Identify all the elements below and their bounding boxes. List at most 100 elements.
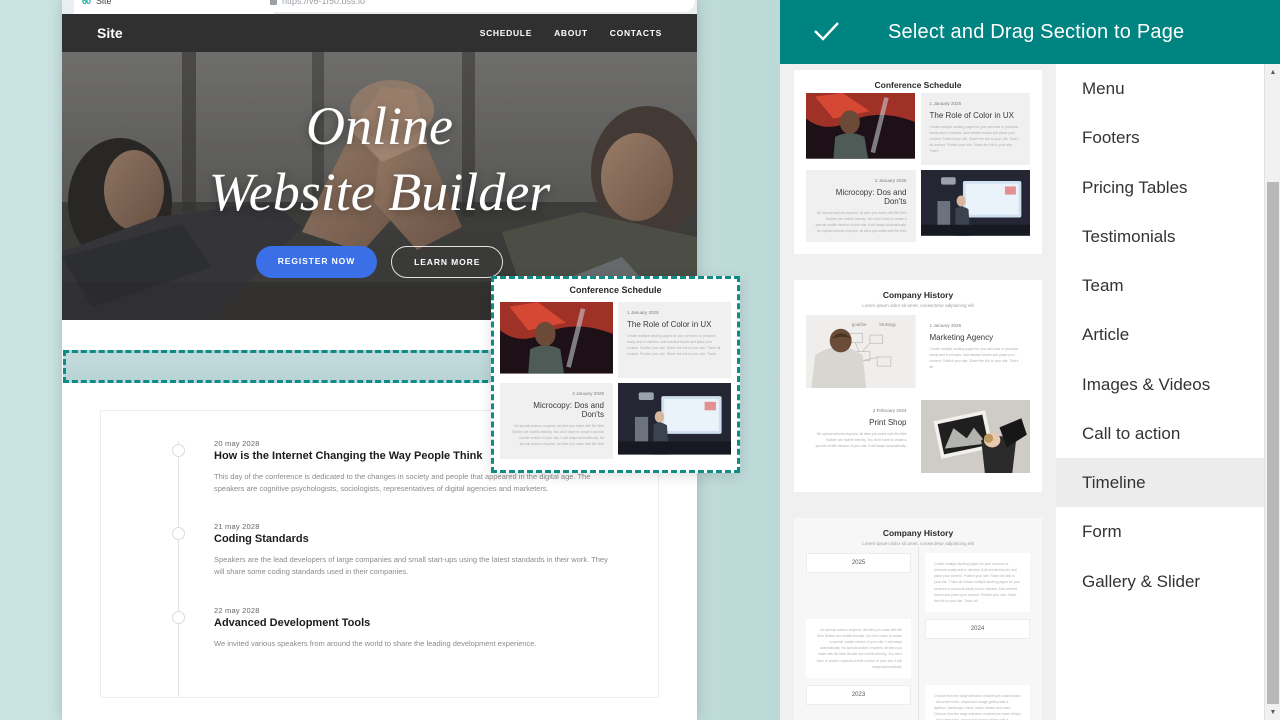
sidebar-item-form[interactable]: Form: [1056, 507, 1264, 556]
thumbnail-year-row: 2023 Choose from the large selection of …: [806, 678, 1030, 720]
thumbnail-cell-body: Create multiple landing pages for your s…: [929, 347, 1019, 369]
sidebar-item-call-to-action[interactable]: Call to action: [1056, 409, 1264, 458]
section-thumbnail[interactable]: Conference Schedule 1 January 2025 The R…: [794, 70, 1042, 254]
thumbnail-cell-date: 1 January 2025: [929, 101, 962, 106]
site-navbar: Site SCHEDULE ABOUT CONTACTS: [62, 14, 697, 52]
thumbnail-subtitle: Lorem ipsum dolor sit amet, consectetur …: [862, 303, 974, 308]
nav-link-about[interactable]: ABOUT: [554, 28, 588, 38]
thumbnail-title: Company History: [882, 290, 954, 300]
thumbnail-cell-body: Create multiple landing pages for your s…: [929, 125, 1019, 153]
thumbnail-cell-body: No special actions required, all sites y…: [815, 211, 907, 233]
scrollbar-thumb[interactable]: [1267, 182, 1279, 704]
thumbnail-grid: goal/be Strategy 1 January 2025 Marketin…: [806, 315, 1030, 480]
thumbnail-text-cell: 2 January 2025 Microcopy: Dos and Don'ts…: [806, 170, 916, 242]
thumbnail-year-label: 2024: [925, 618, 1030, 639]
thumbnail-cell-date: 1 January 2025: [929, 323, 962, 328]
drag-ghost-title: Conference Schedule: [569, 285, 662, 295]
hero-title-line2: Website Builder: [208, 162, 551, 222]
thumbnail-year-body: Create multiple landing pages for your s…: [925, 553, 1030, 612]
thumbnail-cell-heading: Marketing Agency: [929, 333, 994, 342]
thumbnail-grid: 1 January 2025 The Role of Color in UX C…: [806, 93, 1030, 242]
website-builder-app: 60 Site https://v6-1f50.bss.io Site SCHE…: [0, 0, 1280, 720]
check-icon[interactable]: [810, 16, 842, 48]
timeline-body: Speakers are the lead developers of larg…: [214, 555, 608, 577]
thumbnail-image-cell: [806, 93, 916, 165]
thumbnail-year-label: 2025: [806, 553, 911, 573]
thumbnail-image-cell: goal/be Strategy: [806, 315, 916, 395]
thumbnail-title: Company History: [882, 528, 954, 538]
timeline-heading: Advanced Development Tools: [214, 616, 371, 629]
drag-ghost-image-cell: [500, 302, 613, 378]
svg-text:Strategy: Strategy: [879, 322, 897, 327]
drag-ghost-date: 1 January 2025: [627, 310, 659, 315]
section-category-list[interactable]: Menu Footers Pricing Tables Testimonials…: [1056, 64, 1264, 720]
timeline-heading: Coding Standards: [214, 533, 309, 546]
drag-ghost-heading: The Role of Color in UX: [627, 320, 712, 329]
sidebar-item-footers[interactable]: Footers: [1056, 113, 1264, 162]
lock-icon: [270, 0, 277, 5]
sidebar-item-gallery-slider[interactable]: Gallery & Slider: [1056, 557, 1264, 606]
thumbnail-year-body: No special actions required, all sites y…: [806, 618, 911, 678]
browser-chrome: 60 Site https://v6-1f50.bss.io: [62, 0, 697, 14]
browser-tab[interactable]: 60 Site: [74, 0, 274, 14]
timeline-item[interactable]: 22 may 2028 Advanced Development Tools W…: [101, 606, 658, 650]
hero-title-line1: Online: [306, 96, 453, 157]
thumbnail-image-cell: [920, 400, 1030, 480]
sidebar-item-images-videos[interactable]: Images & Videos: [1056, 360, 1264, 409]
drag-ghost-grid: 1 January 2025 The Role of Color in UX C…: [500, 302, 731, 459]
section-thumbnail-list[interactable]: Conference Schedule 1 January 2025 The R…: [780, 64, 1056, 720]
drag-ghost-text-cell: 1 January 2025 The Role of Color in UX C…: [618, 302, 731, 378]
thumbnail-cell-date: 2 January 2025: [874, 178, 907, 183]
timeline-dot: [172, 444, 185, 457]
register-now-button[interactable]: REGISTER NOW: [255, 245, 378, 278]
scroll-up-arrow-icon[interactable]: ▲: [1265, 64, 1280, 80]
browser-tab-title: Site: [96, 0, 112, 6]
drag-ghost-image-cell: [618, 383, 731, 459]
section-thumbnail[interactable]: Company History Lorem ipsum dolor sit am…: [794, 518, 1042, 720]
timeline-body: This day of the conference is dedicated …: [214, 472, 591, 494]
site-nav-links: SCHEDULE ABOUT CONTACTS: [480, 28, 662, 38]
address-bar[interactable]: https://v6-1f50.bss.io: [260, 0, 695, 12]
thumbnail-year-body: Choose from the large selection of lates…: [925, 684, 1030, 720]
thumbnail-year-axis: [911, 678, 925, 720]
thumbnail-subtitle: Lorem ipsum dolor sit amet, consectetur …: [862, 541, 974, 546]
thumbnail-cell-heading: Microcopy: Dos and Don'ts: [835, 188, 907, 206]
timeline-item[interactable]: 21 may 2028 Coding Standards Speakers ar…: [101, 522, 658, 578]
thumbnail-title: Conference Schedule: [874, 80, 962, 90]
drag-ghost-body: No special actions required, all sites y…: [512, 424, 604, 446]
nav-link-schedule[interactable]: SCHEDULE: [480, 28, 532, 38]
sidebar-item-team[interactable]: Team: [1056, 261, 1264, 310]
sections-panel: Select and Drag Section to Page Conferen…: [780, 0, 1280, 720]
thumbnail-text-cell: 1 January 2025 The Role of Color in UX C…: [920, 93, 1030, 165]
dragged-section-ghost[interactable]: Conference Schedule 1 January 2025 The R…: [491, 276, 740, 473]
svg-text:goal/be: goal/be: [852, 322, 867, 327]
drag-ghost-body: Create multiple landing pages for your s…: [627, 334, 721, 356]
hero-title: Online Website Builder: [209, 94, 550, 226]
sidebar-item-pricing-tables[interactable]: Pricing Tables: [1056, 163, 1264, 212]
panel-header: Select and Drag Section to Page: [780, 0, 1280, 64]
drag-ghost-text-cell: 2 January 2025 Microcopy: Dos and Don'ts…: [500, 383, 613, 459]
sidebar-item-timeline[interactable]: Timeline: [1056, 458, 1264, 508]
sidebar-item-testimonials[interactable]: Testimonials: [1056, 212, 1264, 261]
sidebar-item-menu[interactable]: Menu: [1056, 64, 1264, 113]
nav-link-contacts[interactable]: CONTACTS: [610, 28, 662, 38]
section-thumbnail[interactable]: Company History Lorem ipsum dolor sit am…: [794, 280, 1042, 492]
thumbnail-image-cell: [920, 170, 1031, 242]
thumbnail-year-axis: [911, 612, 925, 692]
thumbnail-cell-date: 2 February 2024: [872, 408, 907, 413]
panel-body: Conference Schedule 1 January 2025 The R…: [780, 64, 1280, 720]
timeline-dot: [172, 610, 185, 624]
site-logo[interactable]: Site: [97, 25, 123, 41]
learn-more-button[interactable]: LEARN MORE: [391, 245, 504, 278]
section-drop-indicator: [63, 350, 497, 383]
timeline-date: 22 may 2028: [214, 605, 260, 615]
drag-ghost-date: 2 January 2025: [572, 391, 604, 396]
scroll-down-arrow-icon[interactable]: ▼: [1265, 704, 1280, 720]
panel-title: Select and Drag Section to Page: [888, 20, 1185, 43]
address-bar-url: https://v6-1f50.bss.io: [282, 0, 366, 6]
section-list-scrollbar[interactable]: ▲ ▼: [1264, 64, 1280, 720]
timeline-body: We invited various speakers from around …: [214, 638, 537, 648]
sidebar-item-article[interactable]: Article: [1056, 310, 1264, 359]
thumbnail-year-axis: [911, 547, 925, 626]
thumbnail-cell-body: No special actions required, all sites y…: [815, 432, 907, 448]
